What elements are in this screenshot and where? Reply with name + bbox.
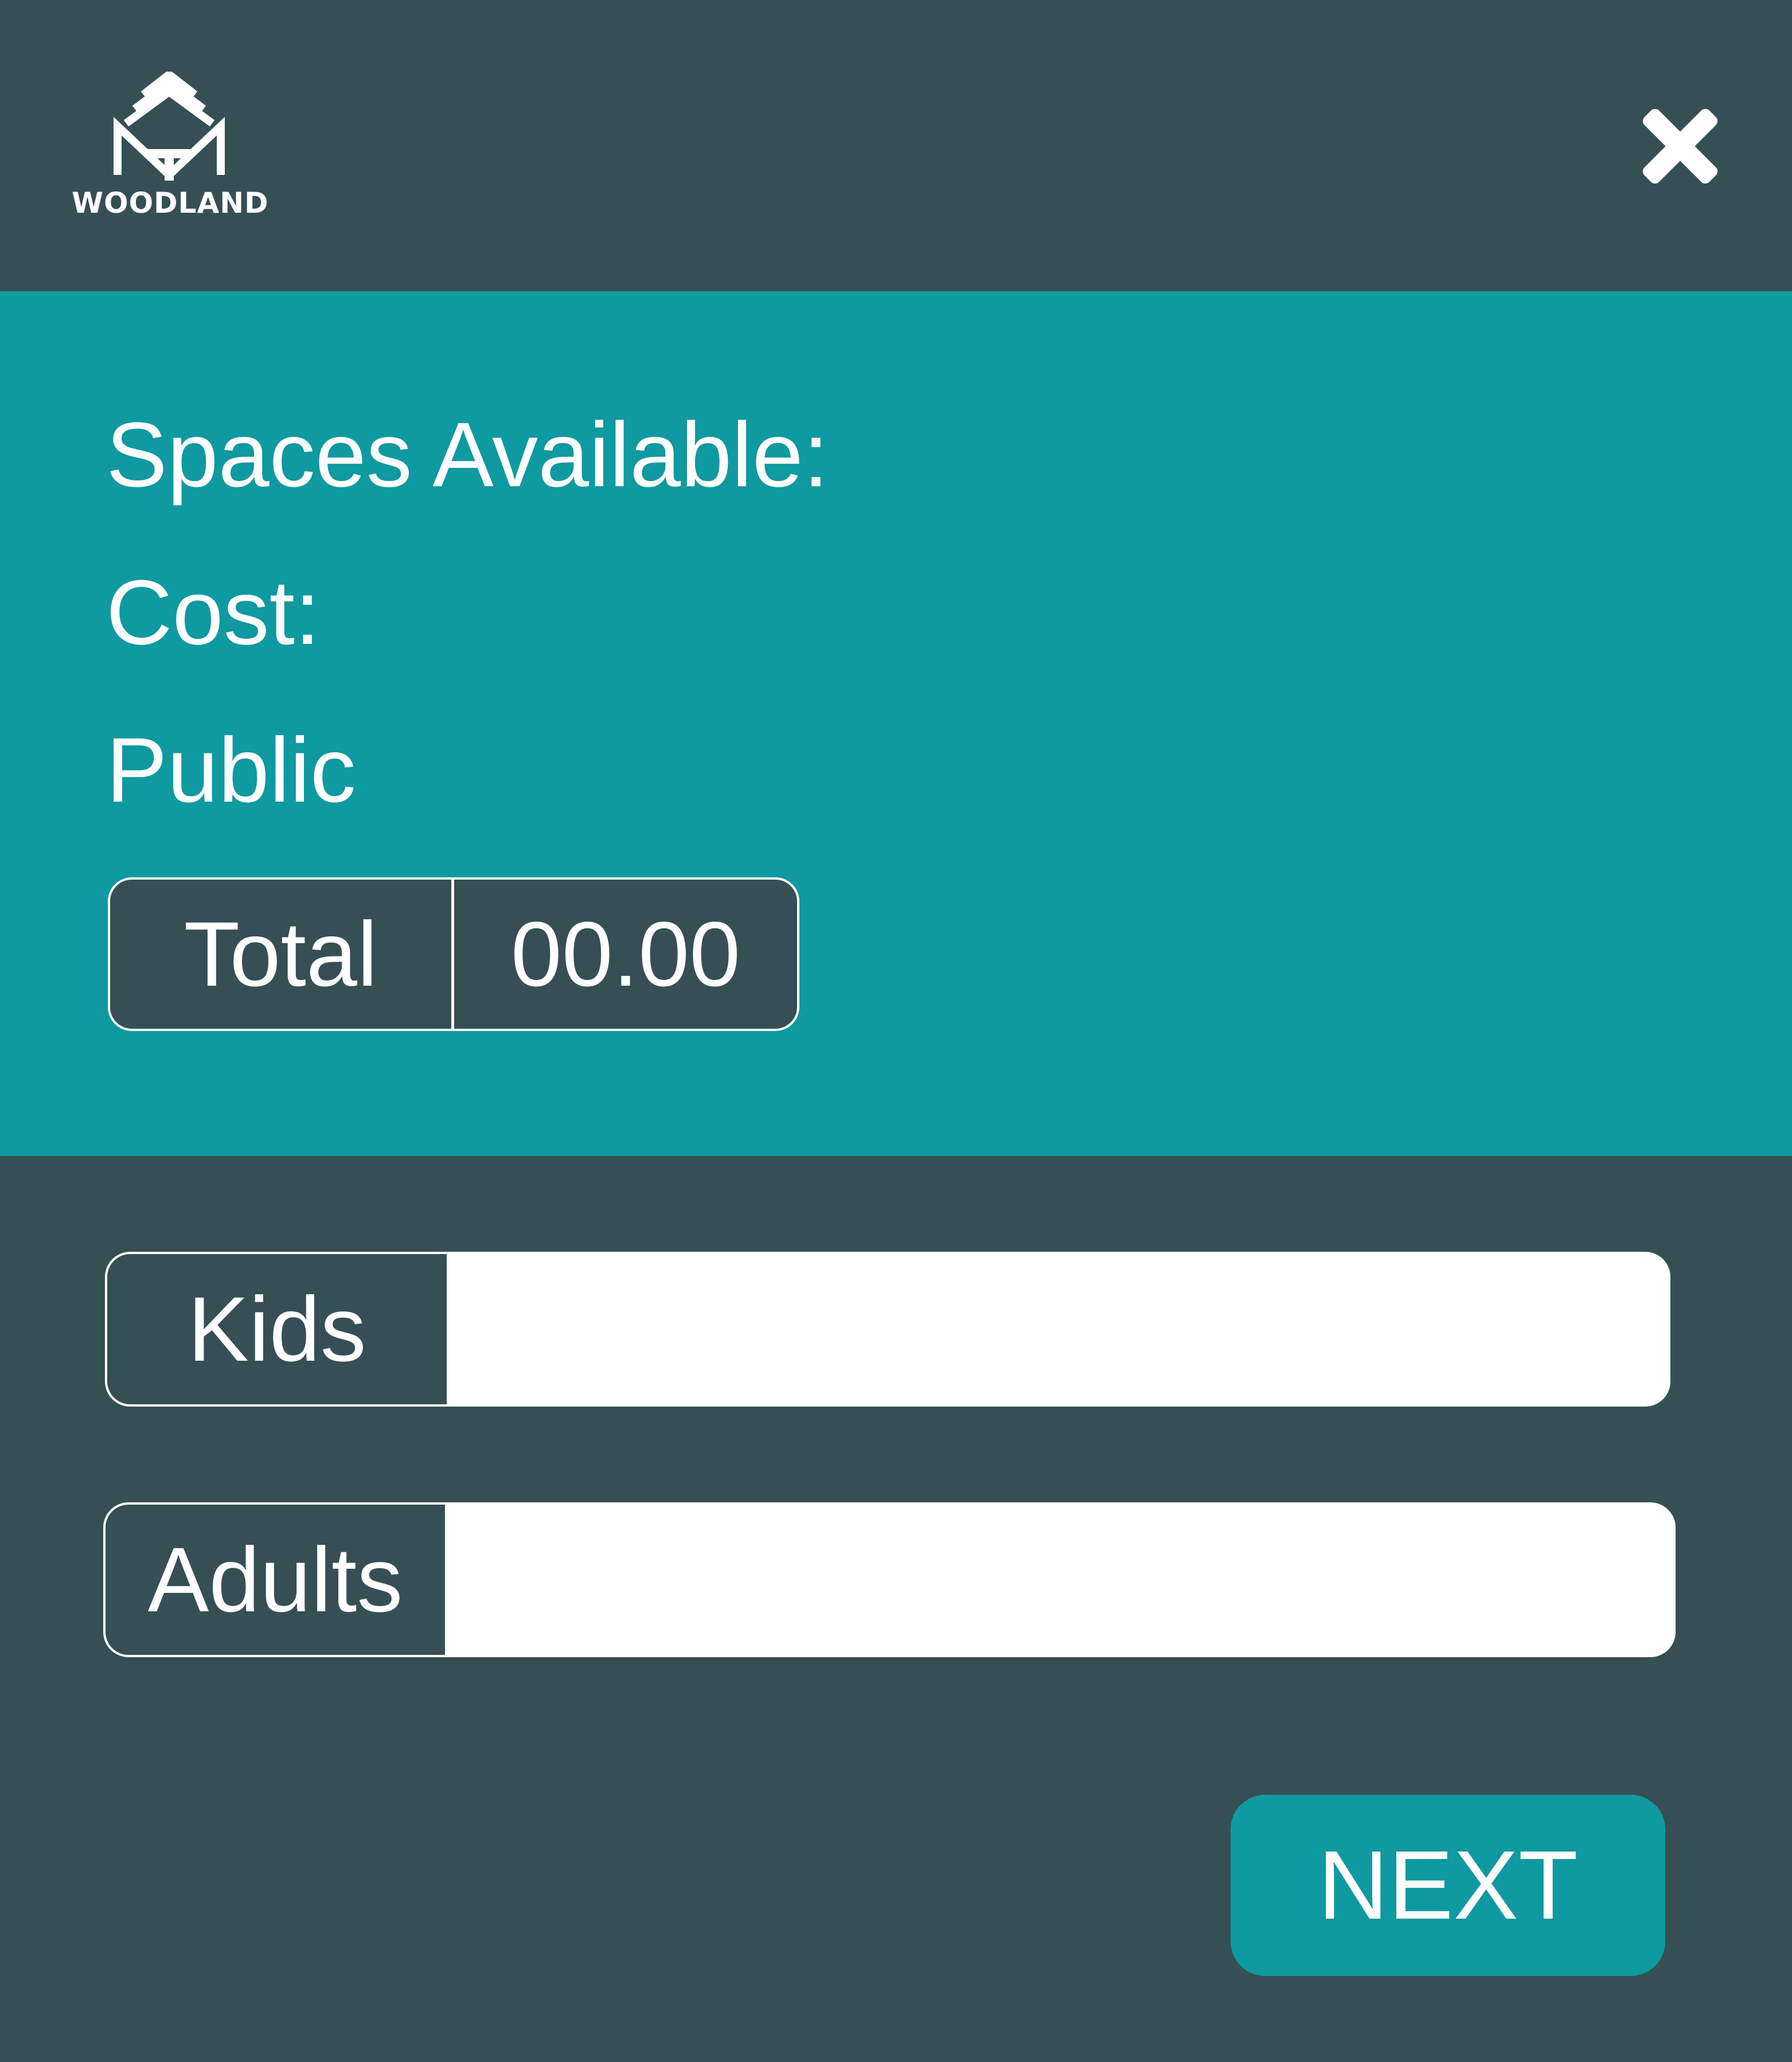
woodland-tree-icon: [114, 72, 225, 181]
event-info-panel: Spaces Available: Cost: Public Total 00.…: [0, 291, 1792, 1156]
adults-field: Adults: [103, 1502, 1676, 1657]
kids-label: Kids: [107, 1254, 449, 1404]
total-value: 00.00: [510, 903, 741, 1005]
spaces-available-label: Spaces Available:: [106, 403, 829, 506]
kids-input[interactable]: [449, 1254, 1668, 1404]
cost-label: Cost:: [106, 561, 321, 663]
woodland-logo: WOODLAND: [72, 72, 269, 226]
logo-text: WOODLAND: [72, 186, 269, 220]
total-label: Total: [110, 880, 454, 1029]
header: WOODLAND: [0, 0, 1792, 291]
close-icon[interactable]: [1629, 95, 1732, 198]
adults-label: Adults: [106, 1505, 447, 1655]
access-type-label: Public: [106, 718, 356, 821]
adults-input[interactable]: [447, 1505, 1673, 1655]
booking-panel: WOODLAND Spaces Available: Cost: Public …: [0, 0, 1792, 2062]
kids-field: Kids: [105, 1252, 1670, 1407]
next-button[interactable]: NEXT: [1231, 1795, 1665, 1976]
total-display: Total 00.00: [108, 877, 799, 1031]
